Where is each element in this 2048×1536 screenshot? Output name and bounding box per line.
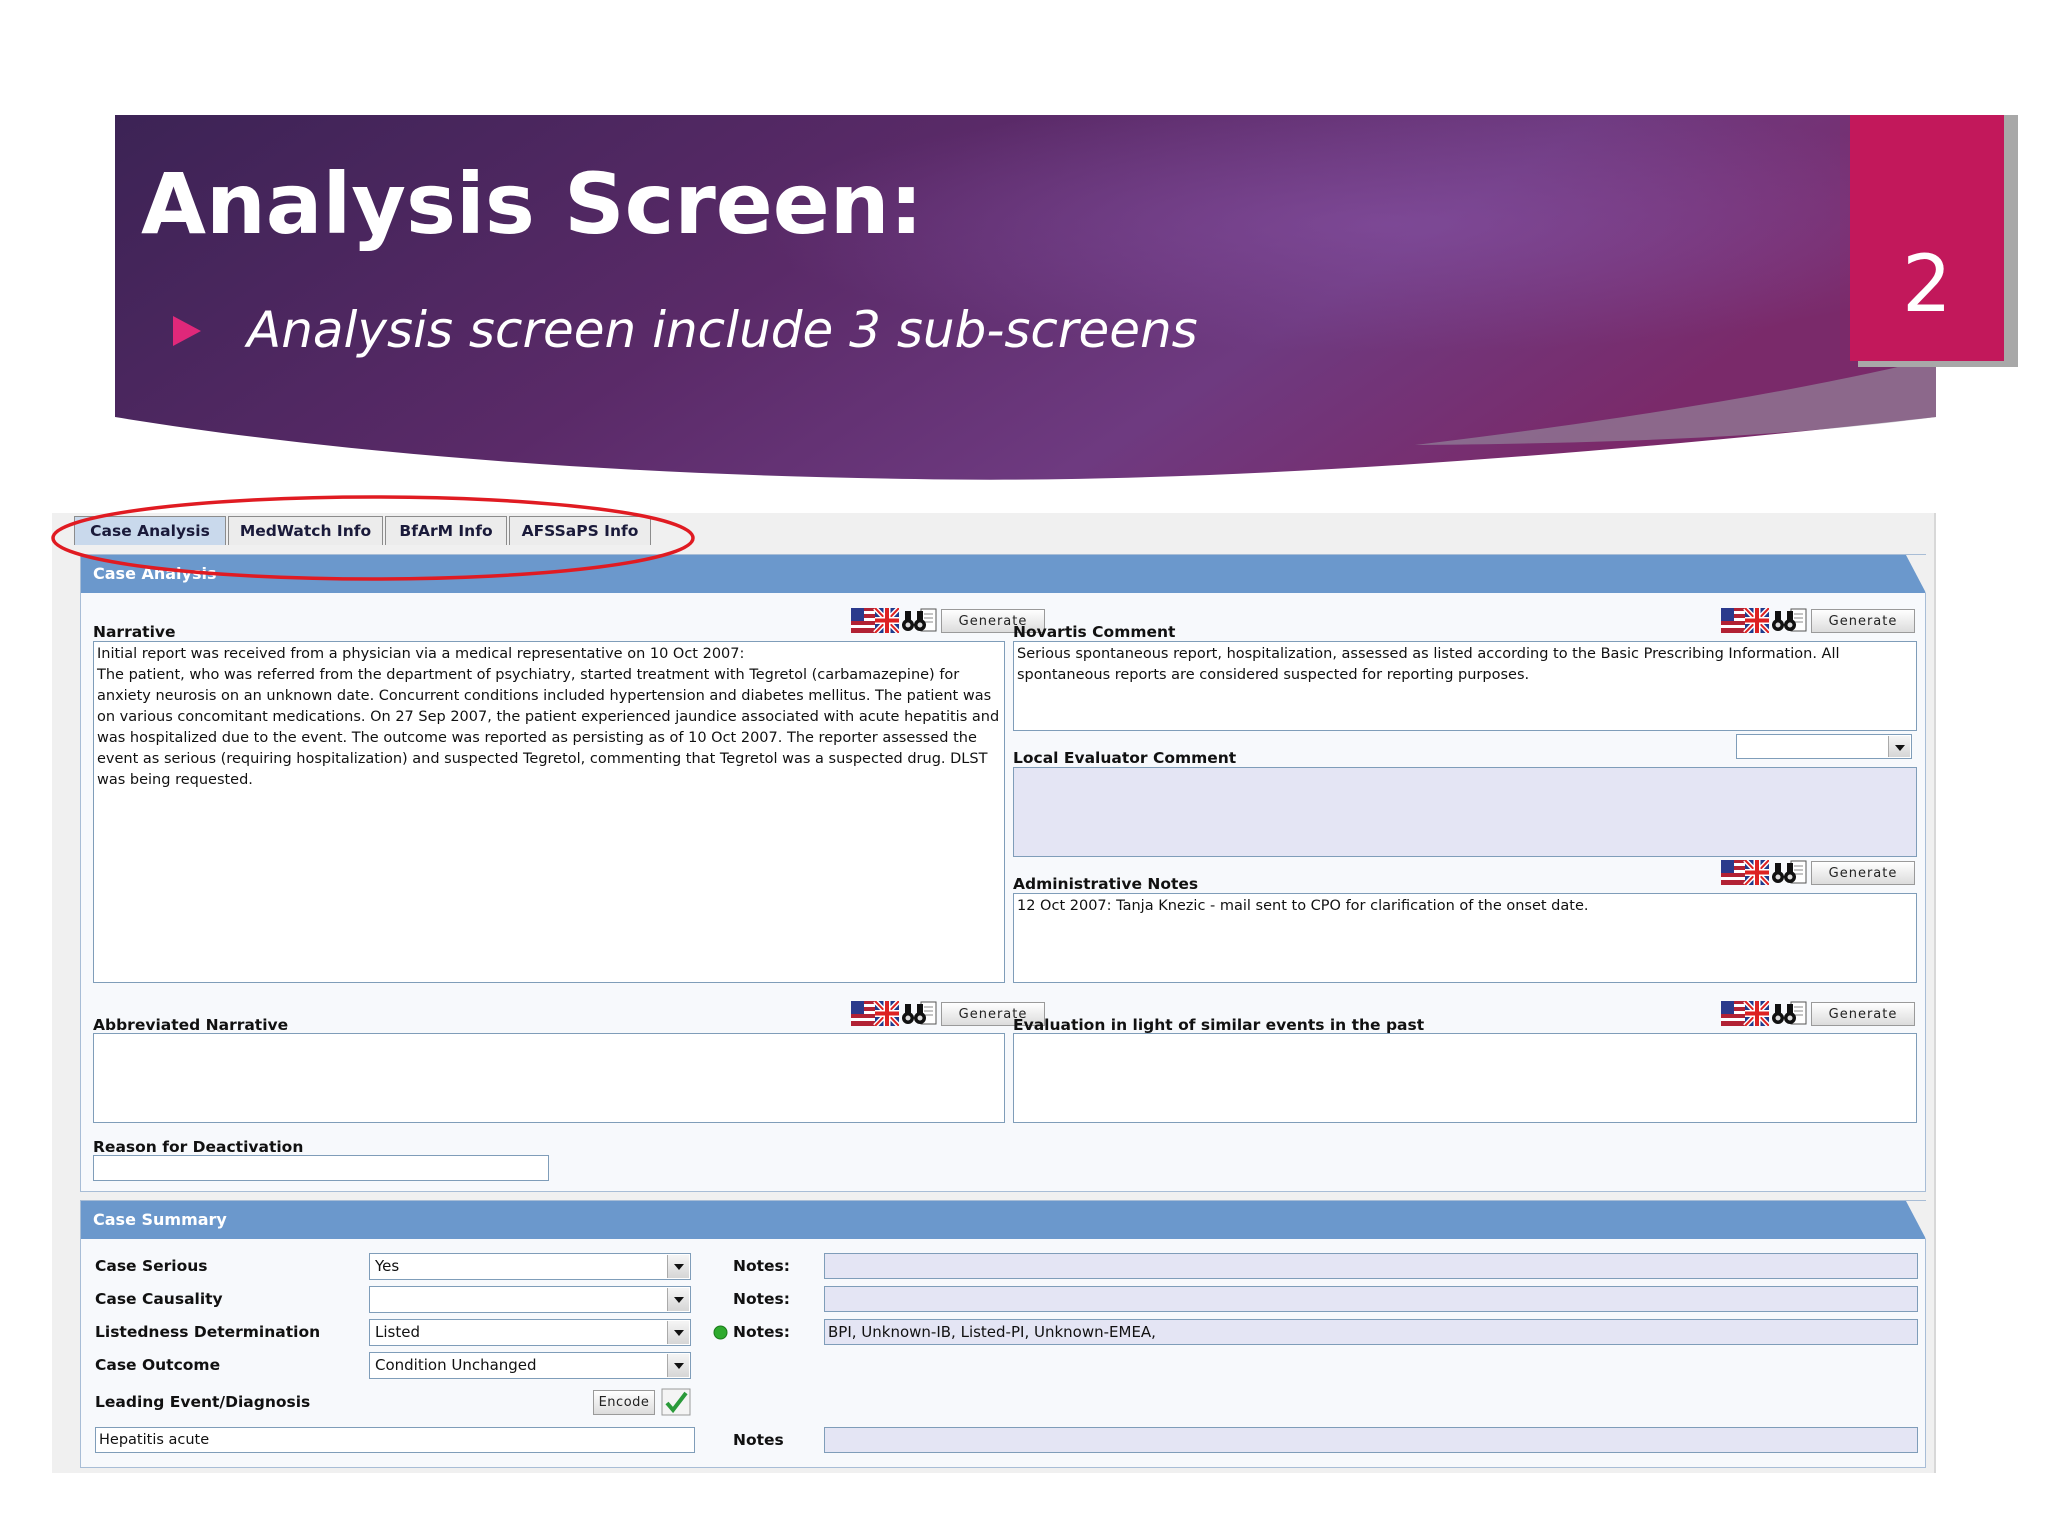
listedness-label: Listedness Determination [95, 1323, 321, 1341]
leading-event-notes-label: Notes [733, 1431, 784, 1449]
case-analysis-header: Case Analysis [81, 555, 1925, 593]
binoculars-icon[interactable] [901, 608, 937, 633]
leading-event-label: Leading Event/Diagnosis [95, 1393, 311, 1411]
case-serious-select[interactable]: Yes [369, 1253, 691, 1280]
case-causality-notes-label: Notes: [733, 1290, 790, 1308]
flag-icon[interactable] [1721, 1001, 1769, 1026]
listedness-notes-label: Notes: [733, 1323, 790, 1341]
chevron-down-icon[interactable] [667, 1288, 689, 1311]
novartis-comment-label: Novartis Comment [1013, 623, 1176, 641]
encode-button[interactable]: Encode [593, 1390, 655, 1415]
evaluation-label: Evaluation in light of similar events in… [1013, 1016, 1425, 1034]
case-serious-notes-label: Notes: [733, 1257, 790, 1275]
flag-icon[interactable] [851, 1001, 899, 1026]
leading-event-input[interactable]: Hepatitis acute [95, 1427, 695, 1453]
binoculars-icon[interactable] [901, 1001, 937, 1026]
listedness-notes[interactable]: BPI, Unknown-IB, Listed-PI, Unknown-EMEA… [824, 1319, 1918, 1345]
narrative-textarea[interactable]: Initial report was received from a physi… [93, 641, 1005, 983]
local-evaluator-textarea[interactable] [1013, 767, 1917, 857]
case-summary-section: Case Summary Case Serious Yes Notes: Cas… [80, 1200, 1926, 1468]
bullet-arrow-icon [173, 316, 201, 346]
abbreviated-narrative-label: Abbreviated Narrative [93, 1016, 289, 1034]
flag-icon[interactable] [1721, 608, 1769, 633]
case-serious-label: Case Serious [95, 1257, 208, 1275]
case-causality-label: Case Causality [95, 1290, 223, 1308]
checkmark-icon[interactable] [661, 1388, 691, 1416]
tab-bfarm-info[interactable]: BfArM Info [385, 516, 507, 545]
case-outcome-select[interactable]: Condition Unchanged [369, 1352, 691, 1379]
case-outcome-value: Condition Unchanged [375, 1356, 537, 1374]
reason-deactivation-input[interactable] [93, 1155, 549, 1181]
evaluation-generate-button[interactable]: Generate [1811, 1002, 1915, 1026]
leading-event-notes[interactable] [824, 1427, 1918, 1453]
listedness-select[interactable]: Listed [369, 1319, 691, 1346]
analysis-screen: Case Analysis MedWatch Info BfArM Info A… [51, 495, 1936, 1473]
slide-number: 2 [1850, 115, 2004, 361]
flag-icon[interactable] [851, 608, 899, 633]
slide-header: Analysis Screen: Analysis screen include… [115, 115, 2018, 483]
case-summary-header: Case Summary [81, 1201, 1925, 1239]
binoculars-icon[interactable] [1771, 608, 1807, 633]
case-serious-notes[interactable] [824, 1253, 1918, 1279]
tab-medwatch-info[interactable]: MedWatch Info [228, 516, 383, 545]
evaluation-toolbar: Generate [1721, 999, 1921, 1027]
administrative-notes-textarea[interactable]: 12 Oct 2007: Tanja Knezic - mail sent to… [1013, 893, 1917, 983]
evaluation-textarea[interactable] [1013, 1033, 1917, 1123]
abbreviated-narrative-textarea[interactable] [93, 1033, 1005, 1123]
slide-subtitle: Analysis screen include 3 sub-screens [247, 301, 1198, 359]
novartis-generate-button[interactable]: Generate [1811, 609, 1915, 633]
case-causality-notes[interactable] [824, 1286, 1918, 1312]
admin-notes-generate-button[interactable]: Generate [1811, 861, 1915, 885]
listedness-value: Listed [375, 1323, 420, 1341]
reason-deactivation-label: Reason for Deactivation [93, 1138, 304, 1156]
case-outcome-label: Case Outcome [95, 1356, 221, 1374]
tab-case-analysis[interactable]: Case Analysis [74, 516, 226, 545]
case-causality-select[interactable] [369, 1286, 691, 1313]
slide-title: Analysis Screen: [141, 155, 924, 253]
flag-icon[interactable] [1721, 860, 1769, 885]
admin-notes-toolbar: Generate [1721, 858, 1921, 886]
chevron-down-icon[interactable] [667, 1354, 689, 1377]
case-serious-value: Yes [375, 1257, 400, 1275]
novartis-comment-textarea[interactable]: Serious spontaneous report, hospitalizat… [1013, 641, 1917, 731]
tab-afssaps-info[interactable]: AFSSaPS Info [509, 516, 651, 545]
local-evaluator-select[interactable] [1736, 734, 1912, 759]
chevron-down-icon[interactable] [667, 1321, 689, 1344]
case-analysis-section: Case Analysis Narrative Generate Initial… [80, 554, 1926, 1192]
chevron-down-icon[interactable] [1888, 736, 1910, 757]
chevron-down-icon[interactable] [667, 1255, 689, 1278]
administrative-notes-label: Administrative Notes [1013, 875, 1199, 893]
local-evaluator-label: Local Evaluator Comment [1013, 749, 1237, 767]
binoculars-icon[interactable] [1771, 1001, 1807, 1026]
narrative-label: Narrative [93, 623, 176, 641]
status-dot-icon [713, 1325, 728, 1340]
novartis-toolbar: Generate [1721, 606, 1921, 634]
binoculars-icon[interactable] [1771, 860, 1807, 885]
